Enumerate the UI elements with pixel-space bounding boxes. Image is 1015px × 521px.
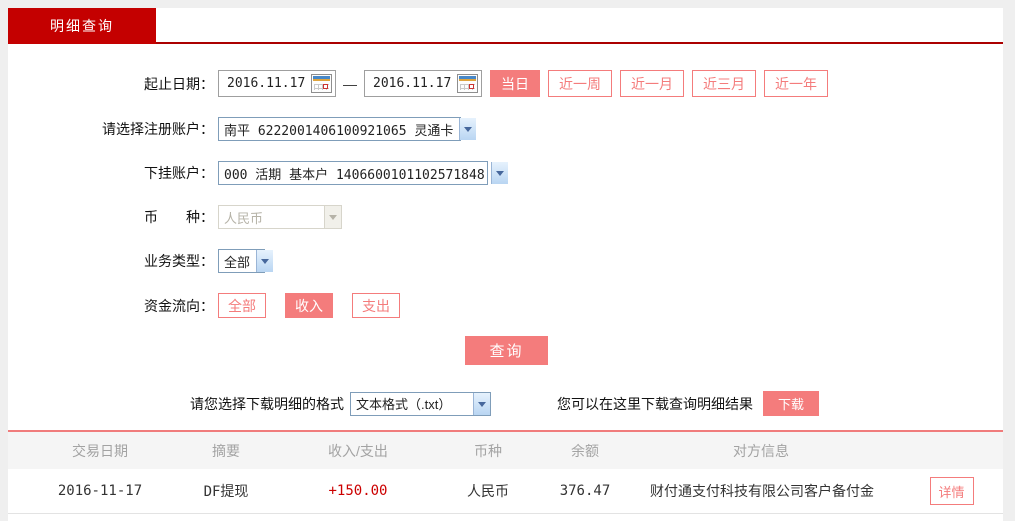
register-account-row: 请选择注册账户： 南平 6222001406100921065 灵通卡 (8, 117, 1003, 141)
download-button[interactable]: 下载 (763, 391, 819, 416)
table-row: 2016-11-17 DF提现 +150.00 人民币 376.47 财付通支付… (8, 469, 1003, 514)
currency-row: 币 种： 人民币 (8, 205, 1003, 229)
query-button-row: 查询 (8, 336, 1003, 365)
cell-summary: DF提现 (203, 484, 249, 500)
cell-counterparty: 财付通支付科技有限公司客户备付金 (650, 483, 874, 499)
query-form: 起止日期： 2016.11.17 — 2016.11.17 当日 近一周 近一月… (8, 44, 1003, 416)
calendar-dot (323, 84, 328, 89)
cell-currency: 人民币 (467, 483, 509, 499)
start-date-value: 2016.11.17 (227, 76, 306, 91)
header-summary: 摘要 (212, 442, 240, 459)
currency-select: 人民币 (218, 205, 342, 229)
cell-date: 2016-11-17 (57, 483, 143, 499)
content-panel: 明细查询 起止日期： 2016.11.17 — 2016.11.17 当日 近一… (8, 8, 1003, 521)
fund-flow-label: 资金流向： (144, 297, 214, 314)
header-date: 交易日期 (72, 442, 128, 459)
chevron-down-icon[interactable] (473, 392, 490, 415)
calendar-dot (469, 84, 474, 89)
register-account-label: 请选择注册账户： (102, 121, 214, 137)
fund-flow-expense-button[interactable]: 支出 (352, 293, 400, 318)
tab-label: 明细查询 (50, 18, 114, 34)
register-account-value: 南平 6222001406100921065 灵通卡 (224, 123, 454, 139)
calendar-icon[interactable] (311, 74, 332, 93)
header-amount: 收入/支出 (328, 442, 388, 459)
download-format-label: 请您选择下载明细的格式 (190, 395, 344, 412)
business-type-row: 业务类型： 全部 (8, 249, 1003, 273)
sub-account-label: 下挂账户： (144, 165, 214, 181)
quick-range-month-button[interactable]: 近一月 (620, 70, 684, 97)
download-format-select[interactable]: 文本格式（.txt） (350, 391, 491, 416)
download-row: 请您选择下载明细的格式 文本格式（.txt） 您可以在这里下载查询明细结果 下载 (8, 391, 1003, 416)
quick-range-today-button[interactable]: 当日 (490, 70, 540, 97)
query-button[interactable]: 查询 (465, 336, 548, 365)
cell-actions: 详情 (872, 477, 1003, 505)
end-date-input[interactable]: 2016.11.17 (364, 70, 482, 97)
header-counterparty: 对方信息 (733, 442, 789, 459)
sub-account-select[interactable]: 000 活期 基本户 1406600101102571848 (218, 161, 508, 185)
download-hint: 您可以在这里下载查询明细结果 (557, 395, 753, 412)
sub-account-row: 下挂账户： 000 活期 基本户 1406600101102571848 (8, 161, 1003, 185)
chevron-down-icon[interactable] (256, 250, 274, 272)
chevron-down-icon[interactable] (490, 162, 508, 184)
register-account-select[interactable]: 南平 6222001406100921065 灵通卡 (218, 117, 477, 141)
start-date-input[interactable]: 2016.11.17 (218, 70, 336, 97)
results-table: 交易日期 摘要 收入/支出 币种 余额 对方信息 2016-11-17 DF提现… (8, 430, 1003, 514)
chevron-down-icon (324, 206, 341, 228)
quick-range-year-button[interactable]: 近一年 (764, 70, 828, 97)
quick-range-3month-button[interactable]: 近三月 (692, 70, 756, 97)
sub-account-value: 000 活期 基本户 1406600101102571848 (224, 167, 485, 183)
business-type-select[interactable]: 全部 (218, 249, 274, 273)
header-balance: 余额 (571, 442, 599, 459)
fund-flow-row: 资金流向： 全部 收入 支出 (8, 293, 1003, 318)
detail-button[interactable]: 详情 (929, 477, 974, 505)
date-separator: — (343, 75, 357, 92)
calendar-icon[interactable] (457, 74, 478, 93)
tab-detail-query[interactable]: 明细查询 (8, 8, 156, 44)
end-date-value: 2016.11.17 (373, 76, 452, 91)
fund-flow-all-button[interactable]: 全部 (218, 293, 266, 318)
table-header-row: 交易日期 摘要 收入/支出 币种 余额 对方信息 (8, 432, 1003, 469)
cell-balance: 376.47 (559, 483, 611, 499)
business-type-value: 全部 (224, 254, 251, 270)
currency-label: 币 种： (144, 209, 214, 225)
currency-value: 人民币 (224, 210, 264, 226)
chevron-down-icon[interactable] (459, 118, 477, 140)
cell-amount: +150.00 (328, 483, 388, 499)
tab-bar: 明细查询 (8, 8, 1003, 44)
quick-range-week-button[interactable]: 近一周 (548, 70, 612, 97)
fund-flow-income-button[interactable]: 收入 (285, 293, 333, 318)
download-format-value: 文本格式（.txt） (356, 397, 452, 412)
business-type-label: 业务类型： (144, 253, 214, 269)
date-range-label: 起止日期： (144, 75, 214, 92)
header-currency: 币种 (474, 442, 502, 459)
date-range-row: 起止日期： 2016.11.17 — 2016.11.17 当日 近一周 近一月… (8, 70, 1003, 97)
